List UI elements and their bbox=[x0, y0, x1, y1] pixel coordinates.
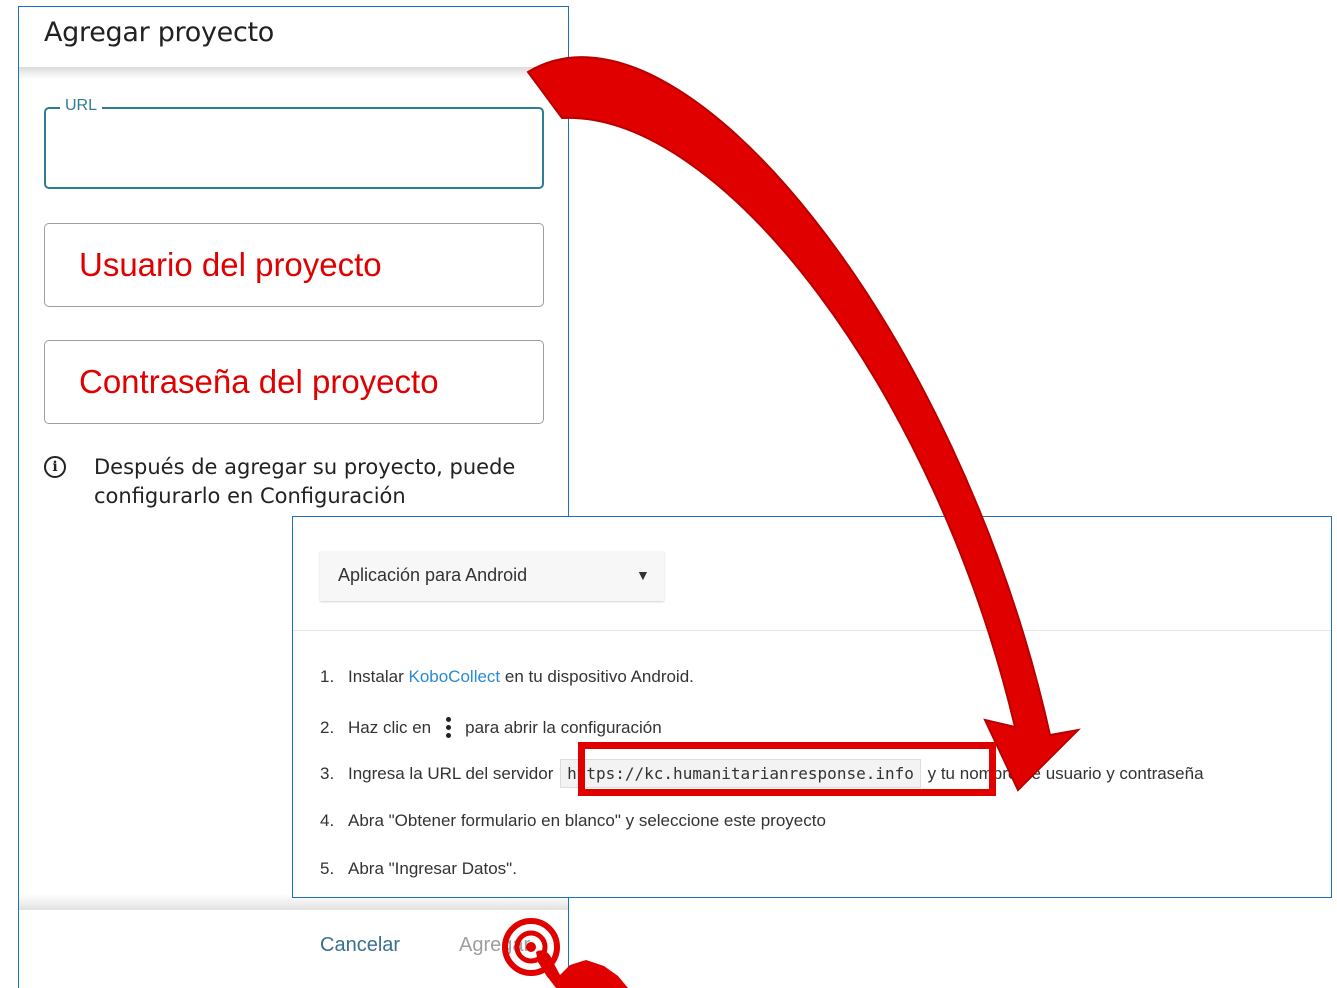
info-text: Después de agregar su proyecto, puede co… bbox=[94, 455, 516, 508]
step-number: 5. bbox=[320, 859, 335, 878]
step-5: 5. Abra "Ingresar Datos". bbox=[320, 859, 517, 879]
step-text: para abrir la configuración bbox=[465, 718, 662, 737]
url-highlight-box bbox=[578, 742, 996, 796]
add-button[interactable]: Agregar bbox=[459, 934, 530, 957]
platform-select[interactable]: Aplicación para Android ▼ bbox=[320, 551, 664, 601]
username-placeholder: Usuario del proyecto bbox=[79, 246, 382, 283]
step-text: Abra "Ingresar Datos". bbox=[348, 859, 517, 878]
cancel-button[interactable]: Cancelar bbox=[320, 934, 400, 957]
dropdown-arrow-icon: ▼ bbox=[636, 567, 650, 583]
step-text: Abra "Obtener formulario en blanco" y se… bbox=[348, 811, 826, 830]
step-number: 4. bbox=[320, 811, 335, 830]
instructions-panel: Aplicación para Android ▼ 1. Instalar Kob… bbox=[292, 516, 1332, 898]
url-field[interactable]: URL bbox=[44, 97, 544, 189]
step-1: 1. Instalar KoboCollect en tu dispositivo… bbox=[320, 667, 694, 687]
step-text: Haz clic en bbox=[348, 718, 432, 737]
step-number: 1. bbox=[320, 667, 335, 686]
step-text: Instalar bbox=[348, 667, 409, 686]
password-field[interactable]: Contraseña del proyecto bbox=[44, 340, 544, 424]
url-field-label: URL bbox=[60, 97, 103, 115]
password-placeholder: Contraseña del proyecto bbox=[79, 363, 439, 400]
panel-divider bbox=[293, 630, 1331, 631]
step-2: 2. Haz clic en para abrir la configuración bbox=[320, 715, 662, 739]
kebab-menu-icon bbox=[443, 715, 453, 739]
step-number: 3. bbox=[320, 764, 335, 783]
step-text: Ingresa la URL del servidor bbox=[348, 764, 554, 783]
info-icon: i bbox=[44, 456, 66, 478]
username-field[interactable]: Usuario del proyecto bbox=[44, 223, 544, 307]
dialog-title: Agregar proyecto bbox=[44, 17, 274, 48]
step-4: 4. Abra "Obtener formulario en blanco" y … bbox=[320, 811, 826, 831]
platform-select-value: Aplicación para Android bbox=[338, 565, 528, 585]
kobocollect-link[interactable]: KoboCollect bbox=[408, 667, 500, 686]
title-divider bbox=[19, 67, 568, 79]
step-text: en tu dispositivo Android. bbox=[500, 667, 694, 686]
step-number: 2. bbox=[320, 718, 335, 737]
